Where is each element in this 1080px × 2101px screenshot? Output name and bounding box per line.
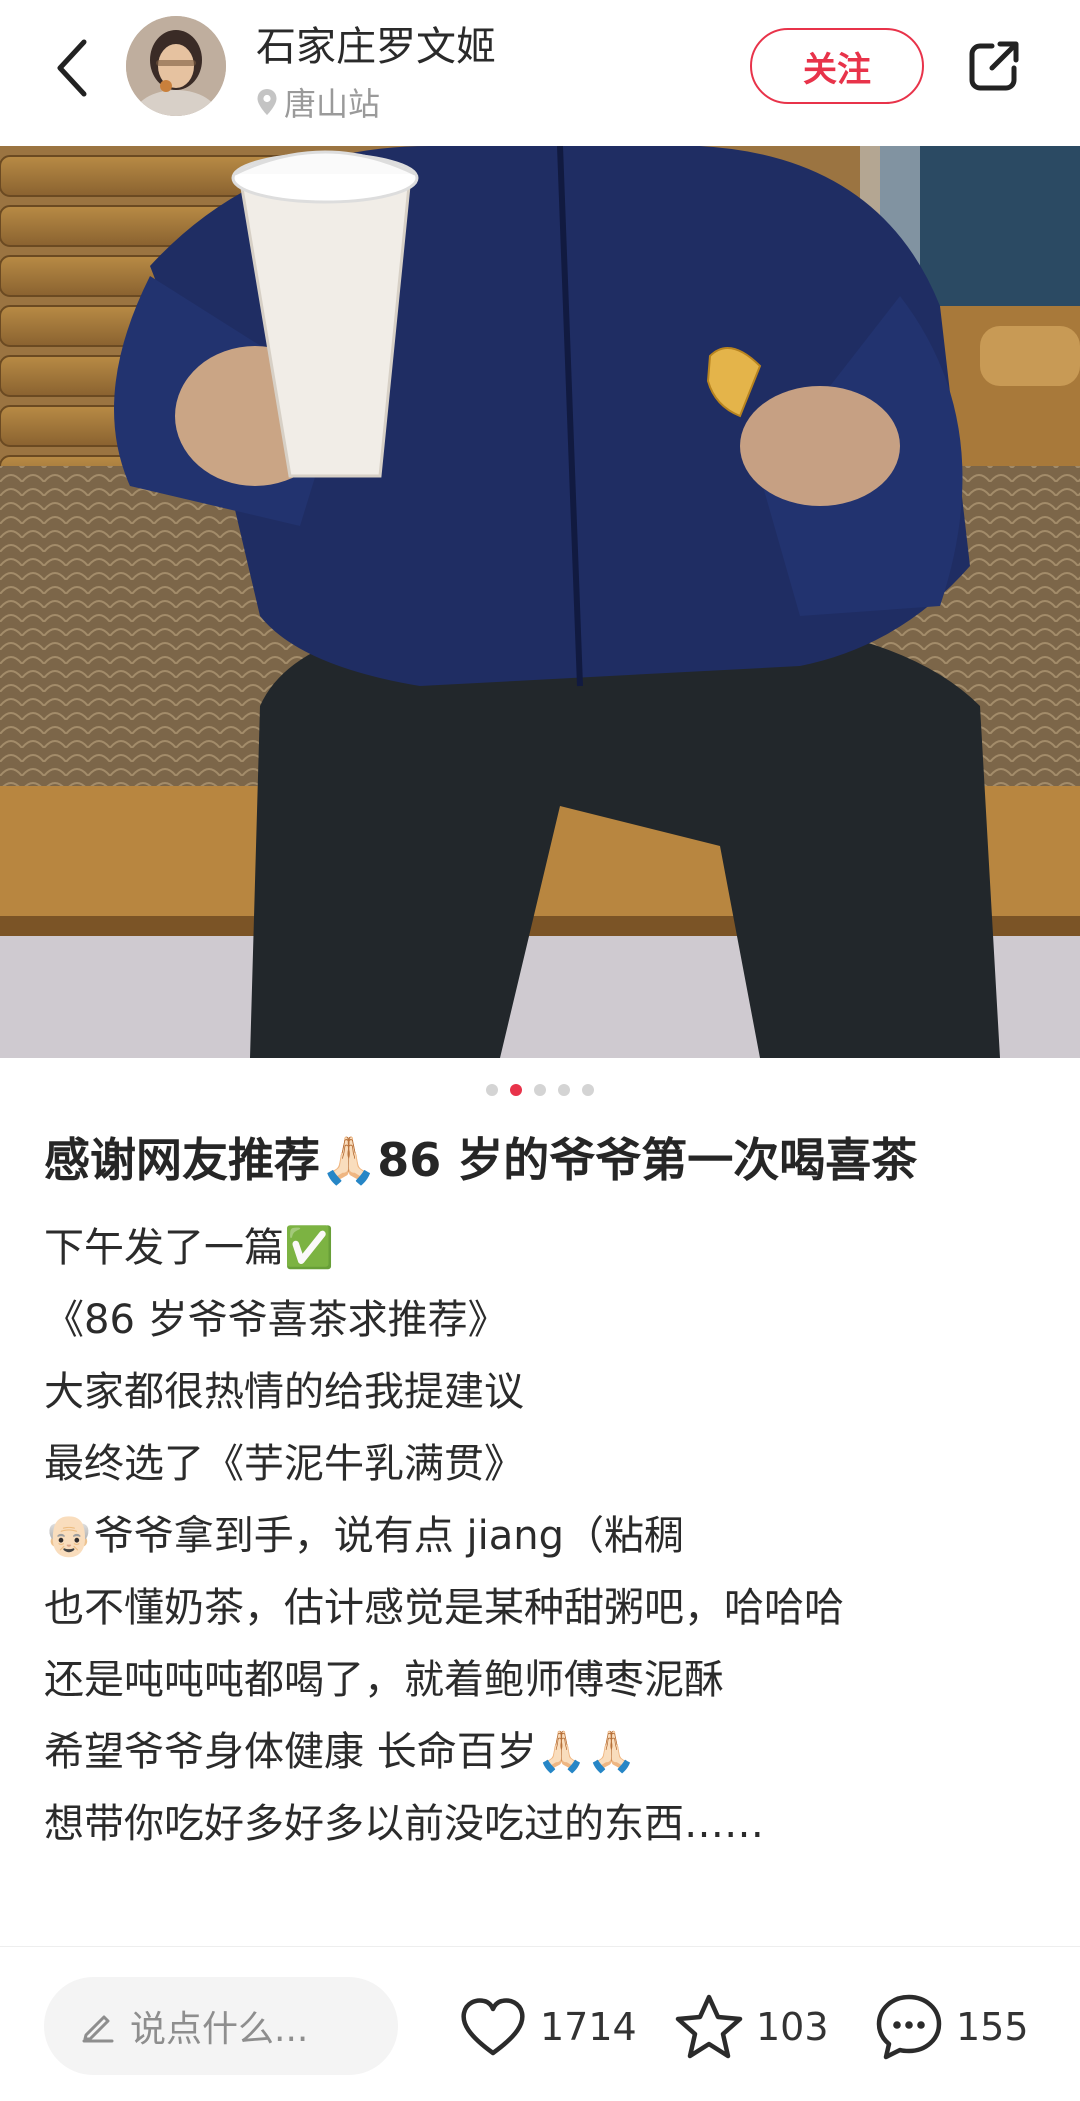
post-photo[interactable] [0,146,1080,1058]
carousel-dot-active [510,1084,522,1096]
carousel-dot [534,1084,546,1096]
post-detail-page: 石家庄罗文姬 唐山站 关注 感谢网友推荐🙏🏻86 岁的爷爷第一次喝喜茶 下午发了… [0,0,1080,2101]
star-icon [675,1994,743,2059]
pencil-icon [82,2015,114,2043]
comment-button[interactable]: 155 [874,1987,1029,2067]
comment-placeholder: 说点什么... [130,2009,309,2050]
carousel-indicator [0,1080,1080,1100]
share-icon [969,41,1019,91]
body-line: 👴🏻爷爷拿到手，说有点 jiang（粘稠 [44,1513,684,1559]
body-line: 下午发了一篇✅ [44,1225,334,1271]
chevron-left-icon [57,39,87,97]
carousel-dot [582,1084,594,1096]
post-title: 感谢网友推荐🙏🏻86 岁的爷爷第一次喝喜茶 [44,1133,918,1187]
comment-count: 155 [956,2005,1029,2049]
body-line: 大家都很热情的给我提建议 [44,1369,524,1415]
share-button[interactable] [962,34,1026,98]
bottom-action-bar: 说点什么... 1714 103 155 [0,1946,1080,2101]
collect-button[interactable]: 103 [674,1987,829,2067]
like-button[interactable]: 1714 [458,1987,637,2067]
chat-bubble-icon [876,1994,942,2060]
body-line: 希望爷爷身体健康 长命百岁🙏🏻🙏🏻 [44,1729,637,1775]
location-label: 唐山站 [284,85,381,123]
back-button[interactable] [44,30,100,106]
body-line: 最终选了《芋泥牛乳满贯》 [44,1441,524,1487]
body-line: 也不懂奶茶，估计感觉是某种甜粥吧，哈哈哈 [44,1585,844,1631]
carousel-dot [486,1084,498,1096]
author-name[interactable]: 石家庄罗文姬 [256,14,496,72]
author-avatar[interactable] [126,16,226,116]
heart-icon [461,1998,525,2056]
avatar-image [126,16,226,116]
post-header: 石家庄罗文姬 唐山站 关注 [0,0,1080,146]
body-line: 还是吨吨吨都喝了，就着鲍师傅枣泥酥 [44,1657,724,1703]
location-pin-icon [257,89,277,115]
collect-count: 103 [756,2005,829,2049]
carousel-dot [558,1084,570,1096]
photo-illustration [0,146,1080,1058]
post-location[interactable]: 唐山站 [256,80,380,124]
post-body: 下午发了一篇✅ 《86 岁爷爷喜茶求推荐》 大家都很热情的给我提建议 最终选了《… [44,1212,1044,1860]
like-count: 1714 [540,2005,637,2049]
follow-button[interactable]: 关注 [750,28,924,104]
body-line: 《86 岁爷爷喜茶求推荐》 [44,1297,508,1343]
comment-input[interactable]: 说点什么... [44,1977,398,2075]
body-line: 想带你吃好多好多以前没吃过的东西…… [44,1801,764,1847]
